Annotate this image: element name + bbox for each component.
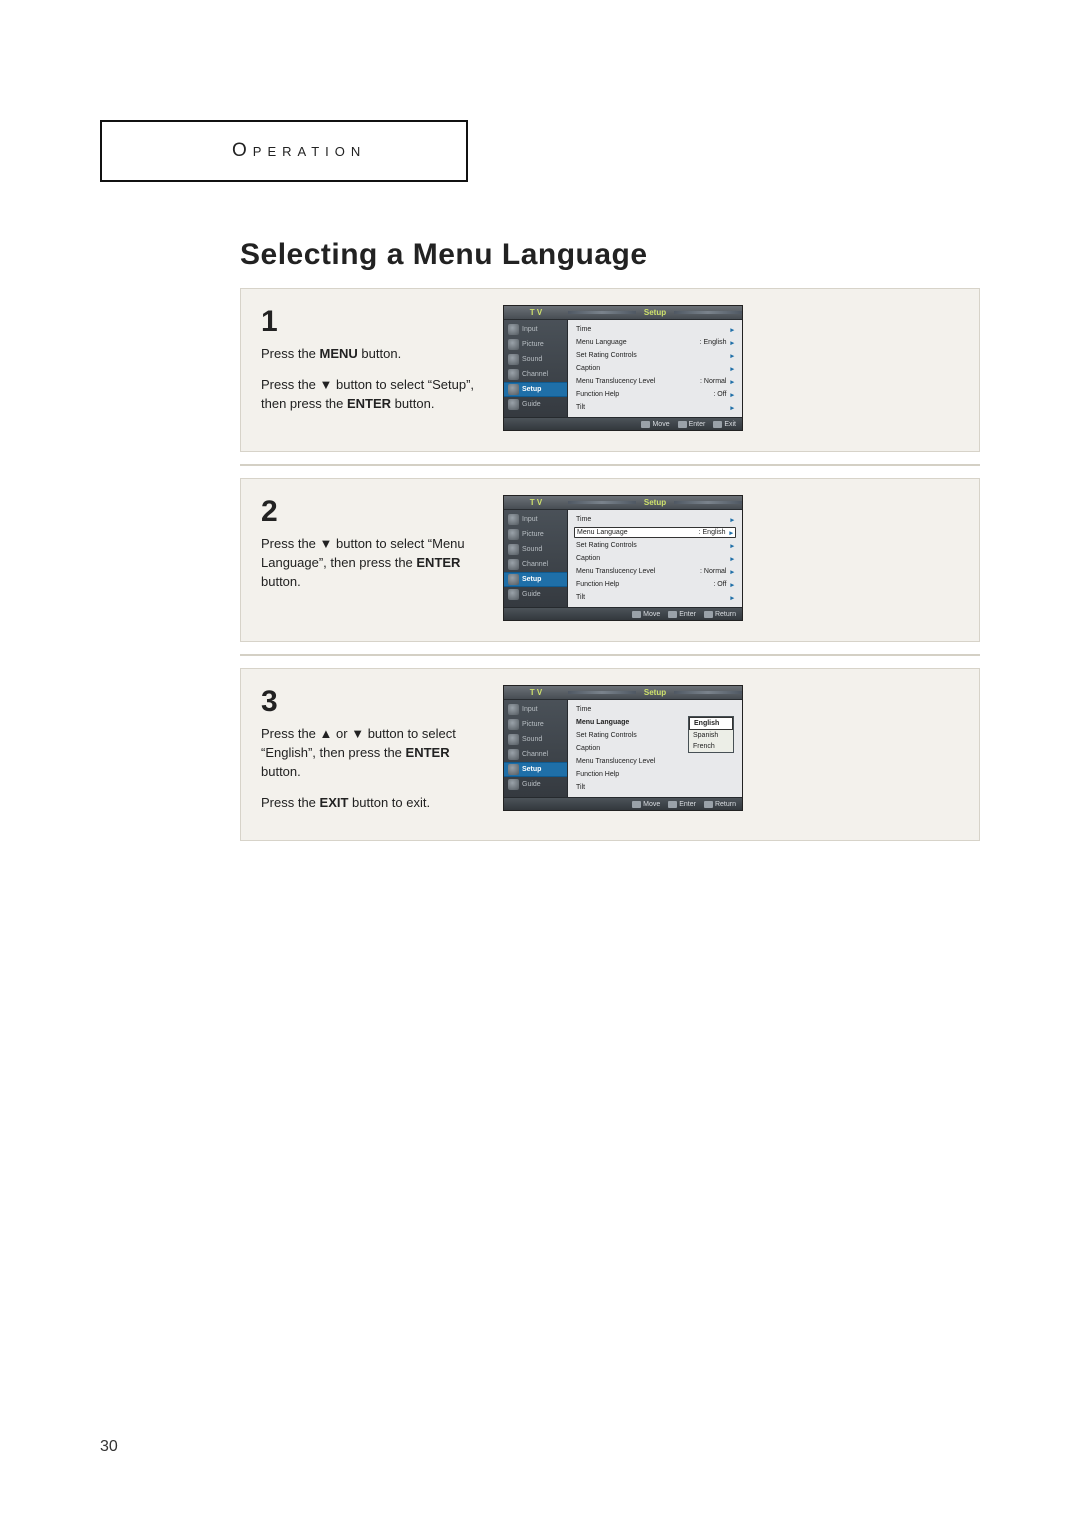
lang-option-english: English	[689, 717, 733, 730]
osd-tab-channel: Channel	[504, 367, 567, 382]
instruction-text: Press the MENU button. Press the ▼ butto…	[261, 345, 481, 414]
osd-screenshot: T V Setup Input Picture Sound Channel Se…	[503, 685, 743, 811]
osd-selected-row: Menu Language: English▸	[574, 527, 736, 538]
osd-menu-list: Time▸ Menu Language: English▸ Set Rating…	[568, 320, 742, 417]
lang-option-french: French	[689, 741, 733, 752]
step-separator	[240, 464, 980, 466]
osd-tab-input: Input	[504, 322, 567, 337]
footer-exit-icon: Exit	[713, 421, 736, 428]
step-2-osd-preview: T V Setup Input Picture Sound Channel Se…	[503, 495, 959, 621]
osd-category: Setup	[640, 498, 670, 507]
osd-header: T V Setup	[504, 306, 742, 320]
osd-header: T V Setup	[504, 496, 742, 510]
step-number: 1	[261, 305, 481, 339]
section-title: Selecting a Menu Language	[240, 238, 980, 272]
osd-category: Setup	[640, 688, 670, 697]
osd-footer: Move Enter Return	[504, 607, 742, 620]
osd-screenshot: T V Setup Input Picture Sound Channel Se…	[503, 495, 743, 621]
step-3-text: 3 Press the ▲ or ▼ button to select “Eng…	[261, 685, 481, 812]
footer-move-icon: Move	[641, 421, 669, 428]
page-number: 30	[100, 1438, 118, 1456]
lang-option-spanish: Spanish	[689, 730, 733, 741]
step-2-text: 2 Press the ▼ button to select “Menu Lan…	[261, 495, 481, 621]
osd-menu-list: Time▸ Menu Language: English▸ Set Rating…	[568, 510, 742, 607]
osd-footer: Move Enter Exit	[504, 417, 742, 430]
footer-enter-icon: Enter	[678, 421, 706, 428]
step-1-osd-preview: T V Setup Input Picture Sound Channel Se…	[503, 305, 959, 431]
osd-menu-list: Time Menu Language Set Rating Controls C…	[568, 700, 742, 797]
osd-tab-picture: Picture	[504, 337, 567, 352]
osd-tab-setup: Setup	[504, 382, 567, 397]
osd-tv-label: T V	[504, 498, 568, 507]
osd-tv-label: T V	[504, 688, 568, 697]
osd-category: Setup	[640, 308, 670, 317]
instruction-text: Press the ▼ button to select “Menu Langu…	[261, 535, 481, 592]
category-header-box: Operation	[100, 120, 468, 182]
step-3-block: 3 Press the ▲ or ▼ button to select “Eng…	[240, 668, 980, 841]
osd-sidebar: Input Picture Sound Channel Setup Guide	[504, 320, 568, 417]
osd-tab-guide: Guide	[504, 397, 567, 412]
osd-screenshot: T V Setup Input Picture Sound Channel Se…	[503, 305, 743, 431]
step-3-osd-preview: T V Setup Input Picture Sound Channel Se…	[503, 685, 959, 812]
osd-header: T V Setup	[504, 686, 742, 700]
osd-sidebar: Input Picture Sound Channel Setup Guide	[504, 510, 568, 607]
osd-footer: Move Enter Return	[504, 797, 742, 810]
language-popup: English Spanish French	[688, 716, 734, 753]
category-header: Operation	[232, 140, 366, 161]
osd-sidebar: Input Picture Sound Channel Setup Guide	[504, 700, 568, 797]
step-2-block: 2 Press the ▼ button to select “Menu Lan…	[240, 478, 980, 642]
step-number: 2	[261, 495, 481, 529]
step-1-text: 1 Press the MENU button. Press the ▼ but…	[261, 305, 481, 431]
step-1-block: 1 Press the MENU button. Press the ▼ but…	[240, 288, 980, 452]
osd-tab-sound: Sound	[504, 352, 567, 367]
step-separator	[240, 654, 980, 656]
step-number: 3	[261, 685, 481, 719]
instruction-text: Press the ▲ or ▼ button to select “Engli…	[261, 725, 481, 812]
osd-tv-label: T V	[504, 308, 568, 317]
